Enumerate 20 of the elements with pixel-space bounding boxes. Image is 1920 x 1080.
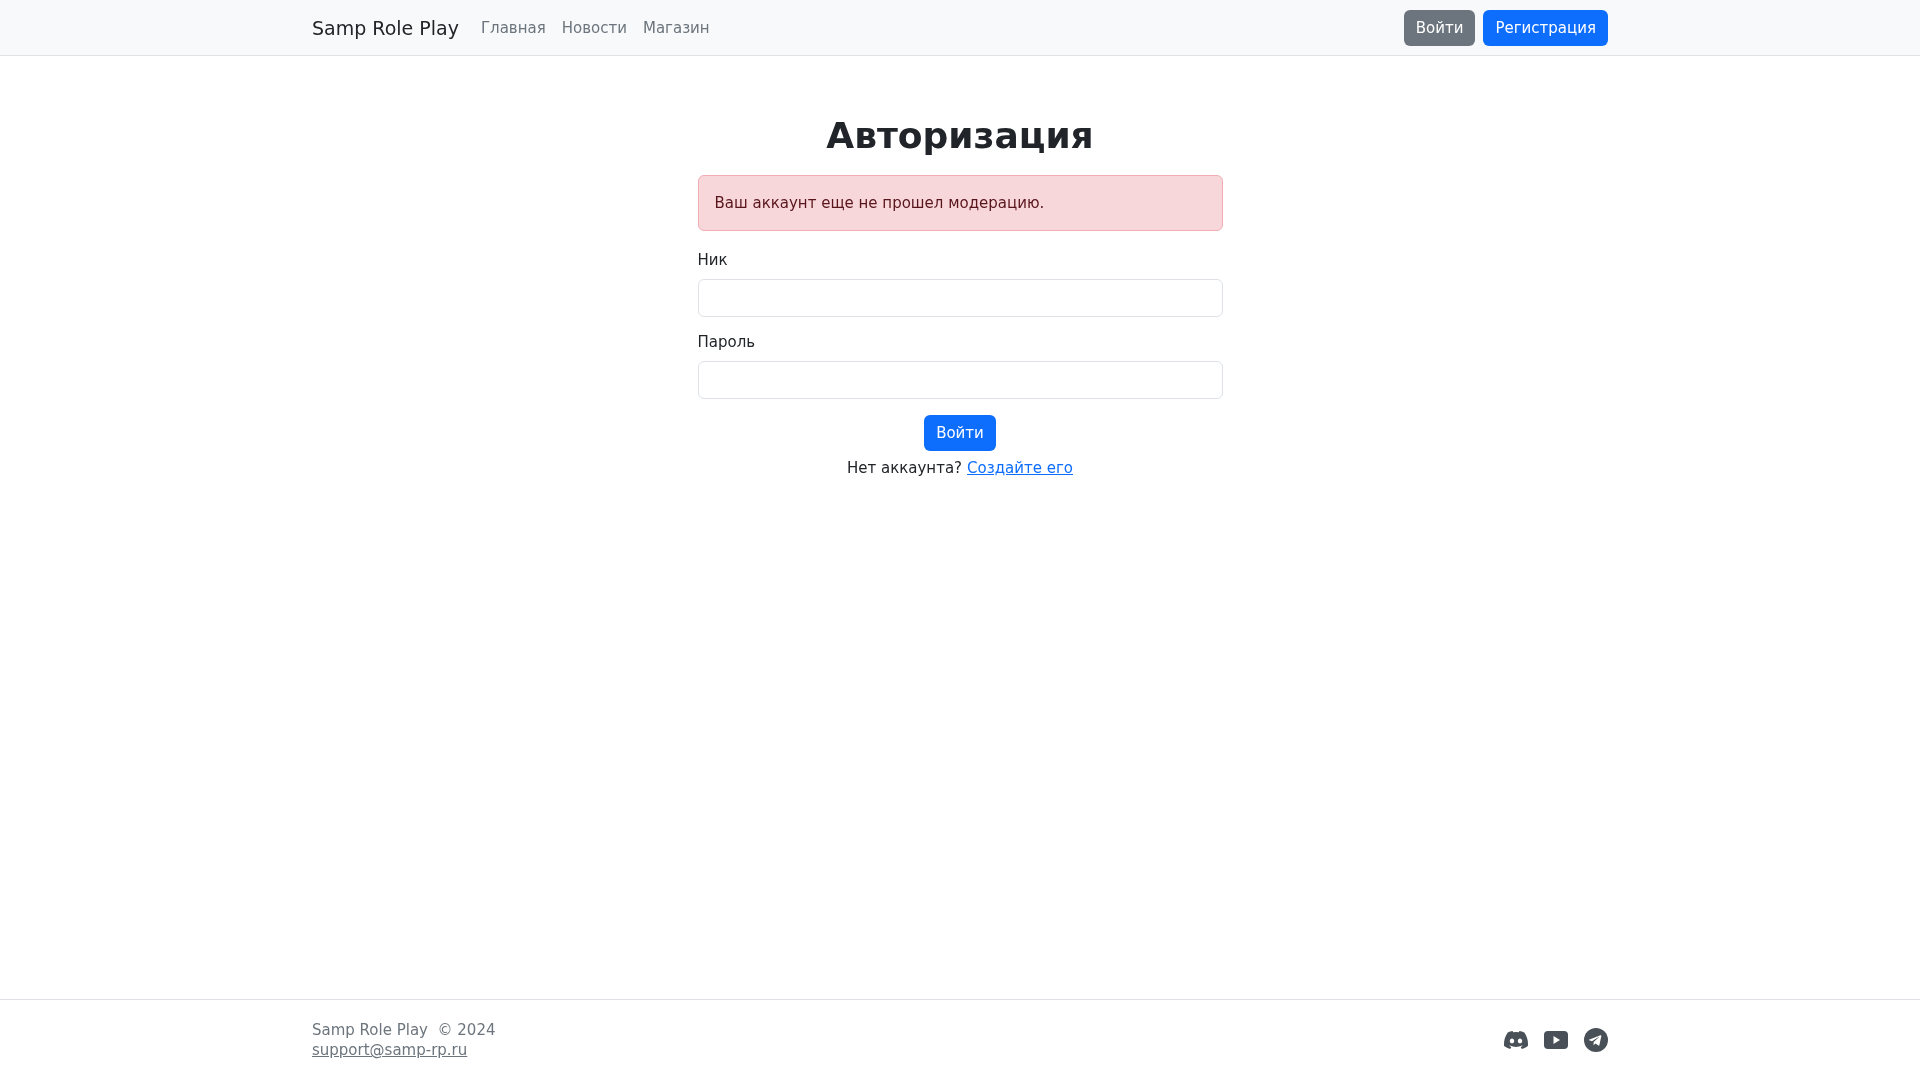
nav-link[interactable]: Магазин xyxy=(642,18,710,37)
signup-prompt: Нет аккаунта? xyxy=(846,459,963,478)
telegram-icon[interactable] xyxy=(1584,1028,1608,1052)
register-button[interactable]: Регистрация xyxy=(1483,9,1608,46)
page-title: Авторизация xyxy=(825,114,1095,158)
nav-link[interactable]: Главная xyxy=(480,18,546,37)
field-label: Пароль xyxy=(697,333,757,352)
discord-icon[interactable] xyxy=(1504,1031,1528,1049)
login-button[interactable]: Войти xyxy=(924,415,996,452)
login-button[interactable]: Войти xyxy=(1403,9,1476,46)
nav-link[interactable]: Новости xyxy=(561,18,627,37)
brand-link[interactable]: Samp Role Play xyxy=(312,16,459,39)
alert-message: Ваш аккаунт еще не прошел модерацию. xyxy=(697,175,1223,232)
input-field[interactable] xyxy=(697,279,1223,318)
signup-link[interactable]: Создайте его xyxy=(967,459,1074,478)
email-link[interactable]: support@samp-rp.ru xyxy=(312,1041,496,1059)
field-label: Ник xyxy=(697,251,729,270)
youtube-icon[interactable] xyxy=(1544,1031,1568,1049)
input-field[interactable] xyxy=(697,361,1223,400)
copyright-text: Samp Role Play © 2024 xyxy=(312,1021,496,1039)
